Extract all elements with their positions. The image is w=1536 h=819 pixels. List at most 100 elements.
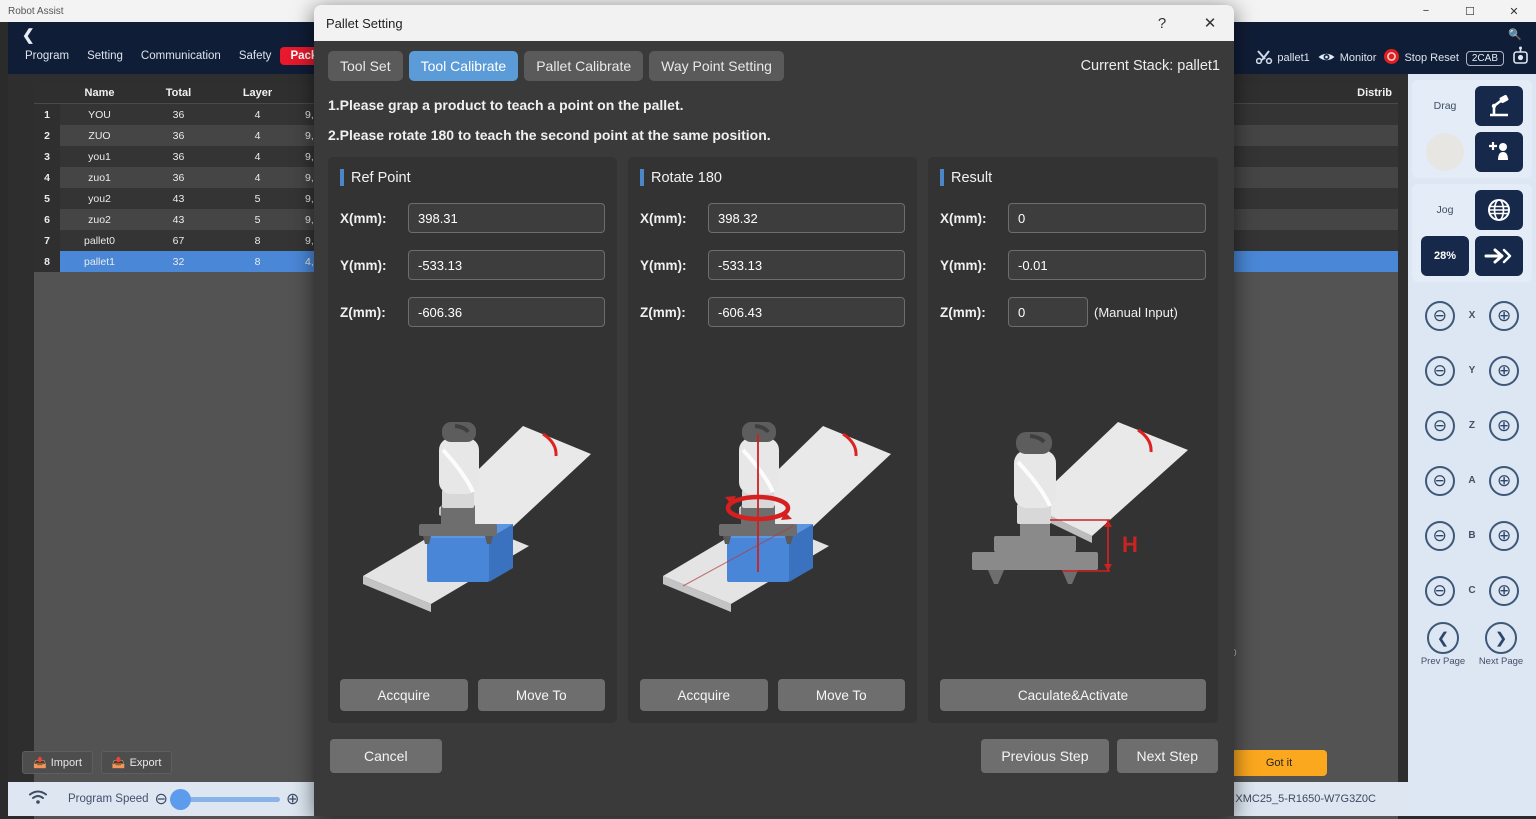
window-app-title: Robot Assist — [8, 5, 64, 17]
result-x-label: X(mm): — [940, 210, 987, 226]
minimize-button[interactable]: − — [1404, 0, 1448, 22]
tab-way-point-setting[interactable]: Way Point Setting — [649, 51, 784, 81]
result-z-label: Z(mm): — [940, 304, 986, 320]
row-layer: 4 — [254, 171, 261, 184]
tab-tool-set[interactable]: Tool Set — [328, 51, 403, 81]
globe-icon[interactable] — [1475, 190, 1523, 230]
import-export-bar: 📤 Import 📤 Export — [22, 751, 173, 774]
export-button[interactable]: 📤 Export — [100, 751, 173, 774]
wifi-icon — [28, 790, 48, 809]
previous-step-button[interactable]: Previous Step — [981, 739, 1109, 773]
jog-c-plus-button[interactable]: ⊕ — [1489, 575, 1520, 606]
next-page-button[interactable]: ❯ Next Page — [1479, 622, 1523, 667]
row-total: 32 — [172, 255, 185, 268]
dialog-footer: Cancel Previous Step Next Step — [328, 739, 1220, 773]
maximize-button[interactable]: ☐ — [1448, 0, 1492, 22]
nav-item-setting[interactable]: Setting — [78, 46, 132, 66]
ref-point-y-input[interactable]: -533.13 — [408, 250, 605, 280]
rotate180-z-input[interactable]: -606.43 — [708, 297, 905, 327]
tool-height-diagram: H — [972, 422, 1188, 584]
row-layer: 4 — [254, 108, 261, 121]
header-monitor[interactable]: Monitor — [1317, 50, 1376, 67]
ref-point-z-input[interactable]: -606.36 — [408, 297, 605, 327]
jog-y-plus-button[interactable]: ⊕ — [1489, 355, 1520, 386]
header-right-toolbar: pallet1 Monitor Stop Reset 2CAB — [1256, 46, 1530, 70]
jog-a-minus-button[interactable]: ⊖ — [1424, 465, 1455, 496]
search-icon[interactable]: 🔍 — [1508, 28, 1522, 41]
speed-decrease-button[interactable]: ⊖ — [155, 789, 168, 809]
next-step-button[interactable]: Next Step — [1116, 739, 1218, 773]
rotate180-y-input[interactable]: -533.13 — [708, 250, 905, 280]
jog-z-minus-button[interactable]: ⊖ — [1424, 410, 1455, 441]
ref-point-x-field: X(mm): 398.31 — [340, 203, 605, 233]
speed-increase-button[interactable]: ⊕ — [286, 789, 299, 809]
header-stop-reset[interactable]: Stop Reset — [1383, 48, 1459, 68]
result-z-input[interactable]: 0 — [1008, 297, 1088, 327]
row-total: 36 — [172, 150, 185, 163]
row-index: 6 — [34, 209, 60, 230]
import-icon: 📤 — [33, 757, 47, 769]
jog-b-minus-button[interactable]: ⊖ — [1424, 520, 1455, 551]
jog-z-plus-button[interactable]: ⊕ — [1488, 410, 1519, 441]
add-point-icon[interactable] — [1475, 132, 1523, 172]
status-badge[interactable]: 2CAB — [1465, 50, 1504, 66]
rotate180-x-input[interactable]: 398.32 — [708, 203, 905, 233]
back-chevron-icon[interactable]: ❮ — [22, 26, 35, 44]
jog-speed-button[interactable]: 28% — [1421, 236, 1469, 276]
rotate180-illustration — [640, 341, 905, 671]
row-index: 8 — [34, 251, 60, 272]
jog-x-plus-button[interactable]: ⊕ — [1489, 300, 1520, 331]
row-total: 67 — [172, 234, 185, 247]
rotate180-x-field: X(mm): 398.32 — [640, 203, 905, 233]
cancel-button[interactable]: Cancel — [330, 739, 442, 773]
nav-item-safety[interactable]: Safety — [230, 46, 281, 66]
ref-point-moveto-button[interactable]: Move To — [477, 679, 605, 711]
ref-point-x-input[interactable]: 398.31 — [408, 203, 605, 233]
ref-point-acquire-button[interactable]: Accquire — [340, 679, 468, 711]
tab-pallet-calibrate[interactable]: Pallet Calibrate — [524, 51, 644, 81]
jog-y-minus-button[interactable]: ⊖ — [1424, 355, 1455, 386]
got-it-button[interactable]: Got it — [1231, 750, 1327, 776]
jog-axis-c: ⊖ C ⊕ — [1408, 563, 1536, 618]
tab-tool-calibrate[interactable]: Tool Calibrate — [408, 51, 519, 81]
nav-item-program[interactable]: Program — [16, 46, 78, 66]
rotate180-acquire-button[interactable]: Accquire — [640, 679, 768, 711]
import-button[interactable]: 📤 Import — [22, 751, 93, 774]
close-button[interactable]: ✕ — [1492, 0, 1536, 22]
drag-section: Drag — [1412, 80, 1532, 178]
rotate180-moveto-button[interactable]: Move To — [777, 679, 905, 711]
row-name: zuo2 — [88, 213, 111, 226]
jog-c-minus-button[interactable]: ⊖ — [1424, 575, 1455, 606]
row-name: YOU — [88, 108, 111, 121]
program-speed-slider[interactable] — [169, 788, 280, 810]
help-button[interactable]: ? — [1138, 5, 1186, 41]
dialog-close-button[interactable]: ✕ — [1186, 5, 1234, 41]
next-page-label: Next Page — [1478, 656, 1524, 667]
ref-point-illustration — [340, 341, 605, 671]
result-y-input[interactable]: -0.01 — [1008, 250, 1206, 280]
jog-x-minus-button[interactable]: ⊖ — [1424, 300, 1455, 331]
drag-pad-circle[interactable] — [1426, 133, 1464, 171]
nav-item-communication[interactable]: Communication — [132, 46, 230, 66]
pallet-setting-dialog: Pallet Setting ? ✕ Tool Set Tool Calibra… — [314, 5, 1234, 816]
slider-knob[interactable] — [169, 788, 191, 810]
jog-label: Jog — [1436, 204, 1454, 216]
height-marker-label: H — [1122, 532, 1138, 557]
jog-b-plus-button[interactable]: ⊕ — [1489, 520, 1520, 551]
rotate180-title: Rotate 180 — [651, 169, 722, 186]
row-name: pallet0 — [84, 234, 115, 247]
header-tool-pallet[interactable]: pallet1 — [1256, 49, 1310, 67]
manual-input-note: (Manual Input) — [1094, 304, 1178, 320]
robot-icon[interactable] — [1511, 46, 1530, 70]
result-y-field: Y(mm): -0.01 — [940, 250, 1206, 280]
prev-page-button[interactable]: ❮ Prev Page — [1421, 622, 1465, 667]
drag-pad[interactable] — [1421, 132, 1469, 172]
calculate-activate-button[interactable]: Caculate&Activate — [940, 679, 1206, 711]
row-layer: 8 — [254, 255, 261, 268]
robot-arm-icon[interactable] — [1475, 86, 1523, 126]
fast-arrow-icon[interactable] — [1475, 236, 1523, 276]
rotate180-z-field: Z(mm): -606.43 — [640, 297, 905, 327]
jog-a-plus-button[interactable]: ⊕ — [1489, 465, 1520, 496]
result-x-input[interactable]: 0 — [1008, 203, 1206, 233]
calibration-panels: Ref Point X(mm): 398.31 Y(mm): -533.13 Z… — [328, 157, 1220, 723]
